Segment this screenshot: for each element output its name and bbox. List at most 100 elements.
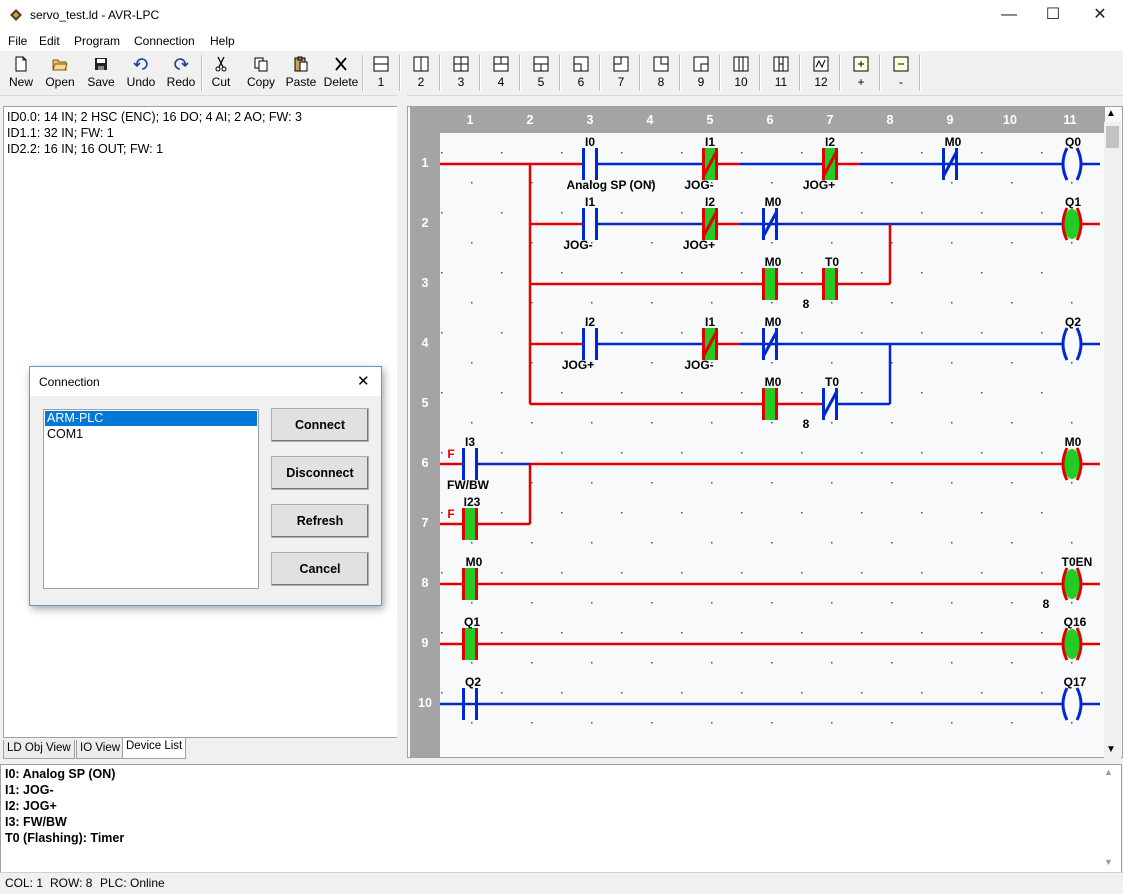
connection-dialog: Connection ✕ ARM-PLC COM1 Connect Discon…: [29, 366, 382, 606]
grid-label-12: 12: [814, 75, 828, 89]
menu-help[interactable]: Help: [210, 34, 235, 48]
grid-button-5[interactable]: 5: [525, 53, 557, 91]
connect-button[interactable]: Connect: [271, 408, 369, 442]
close-button[interactable]: ✕: [1077, 0, 1123, 31]
zoom-out-button[interactable]: -: [885, 53, 917, 91]
grid-corner-right-up-icon: [653, 56, 669, 72]
zoom-in-label: +: [857, 75, 865, 89]
new-file-icon: [15, 56, 27, 72]
grid-button-2[interactable]: 2: [405, 53, 437, 91]
delete-button[interactable]: Delete: [322, 53, 360, 91]
dialog-close-icon[interactable]: ✕: [357, 372, 370, 390]
row-number: 8: [421, 576, 429, 590]
symbol-entry-1: I1: JOG-: [5, 783, 54, 797]
open-folder-icon: [52, 59, 68, 71]
scroll-down-arrow-icon[interactable]: ▼: [1106, 744, 1116, 755]
tab-io-view[interactable]: IO View: [76, 740, 125, 759]
symbol-entry-3: I3: FW/BW: [5, 815, 67, 829]
redo-button[interactable]: Redo: [163, 53, 199, 91]
minimize-button[interactable]: —: [986, 0, 1032, 31]
tab-device-list[interactable]: Device List: [122, 738, 187, 759]
port-item-com1[interactable]: COM1: [45, 427, 257, 442]
grid-button-9[interactable]: 9: [685, 53, 717, 91]
grid-label-4: 4: [497, 75, 505, 89]
grid-label-3: 3: [457, 75, 465, 89]
grid-button-8[interactable]: 8: [645, 53, 677, 91]
port-listbox[interactable]: ARM-PLC COM1: [43, 409, 259, 589]
redo-label: Redo: [166, 75, 196, 89]
maximize-button[interactable]: ☐: [1030, 0, 1076, 31]
save-button[interactable]: Save: [83, 53, 119, 91]
refresh-button[interactable]: Refresh: [271, 504, 369, 538]
zoom-in-button[interactable]: +: [845, 53, 877, 91]
row-number: 7: [421, 516, 429, 530]
paste-button[interactable]: Paste: [283, 53, 319, 91]
copy-button[interactable]: Copy: [243, 53, 279, 91]
grid-button-4[interactable]: 4: [485, 53, 517, 91]
port-item-arm-plc[interactable]: ARM-PLC: [45, 411, 257, 426]
disconnect-button[interactable]: Disconnect: [271, 456, 369, 490]
menu-connection[interactable]: Connection: [134, 34, 195, 48]
menu-program[interactable]: Program: [74, 34, 120, 48]
minus-box-icon: [893, 56, 909, 72]
grid-label-7: 7: [617, 75, 625, 89]
grid-button-3[interactable]: 3: [445, 53, 477, 91]
menu-edit[interactable]: Edit: [39, 34, 60, 48]
grid-tee-up-icon: [493, 56, 509, 72]
status-bar: COL: 1 ROW: 8 PLC: Online: [0, 872, 1123, 894]
column-number: 1: [466, 113, 474, 127]
left-pane-tabs: LD Obj View IO View Device List: [0, 738, 400, 760]
grid-tee-down-icon: [533, 56, 549, 72]
copy-label: Copy: [246, 75, 275, 89]
row-header: 1 2 3 4 5 6 7 8 9 10: [410, 107, 440, 757]
ladder-vertical-scrollbar[interactable]: [1104, 122, 1121, 758]
grid-button-7[interactable]: 7: [605, 53, 637, 91]
column-number: 9: [946, 113, 954, 127]
grid-vbar-split-icon: [773, 56, 789, 72]
grid-button-1[interactable]: 1: [365, 53, 397, 91]
new-button[interactable]: New: [4, 53, 38, 91]
grid-hline-icon: [373, 56, 389, 72]
undo-button[interactable]: Undo: [123, 53, 159, 91]
row-number: 10: [418, 696, 432, 710]
row-number: 5: [421, 396, 429, 410]
tab-ld-obj-view[interactable]: LD Obj View: [3, 740, 75, 759]
symbol-entry-4: T0 (Flashing): Timer: [5, 831, 125, 845]
device-entry-0[interactable]: ID0.0: 14 IN; 2 HSC (ENC); 16 DO; 4 AI; …: [7, 110, 302, 124]
bottom-scroll-up-icon[interactable]: ▲: [1104, 767, 1113, 777]
grid-corner-down-icon: [573, 56, 589, 72]
column-number: 10: [1003, 113, 1017, 127]
row-number: 2: [421, 216, 429, 230]
grid-button-11[interactable]: 11: [765, 53, 797, 91]
scrollbar-thumb[interactable]: [1106, 126, 1119, 148]
grid-button-6[interactable]: 6: [565, 53, 597, 91]
pane-splitter[interactable]: [397, 95, 407, 760]
grid-label-11: 11: [774, 75, 788, 89]
menu-file[interactable]: File: [8, 34, 27, 48]
grid-label-9: 9: [697, 75, 705, 89]
bottom-scroll-down-icon[interactable]: ▼: [1104, 857, 1113, 867]
grid-button-12[interactable]: 12: [805, 53, 837, 91]
symbol-entry-0: I0: Analog SP (ON): [5, 767, 116, 781]
cut-button[interactable]: Cut: [204, 53, 238, 91]
waveform-icon: [813, 56, 829, 72]
symbol-entry-2: I2: JOG+: [5, 799, 57, 813]
open-button[interactable]: Open: [42, 53, 78, 91]
grid-button-10[interactable]: 10: [725, 53, 757, 91]
scissors-icon: [215, 56, 227, 72]
title-bar: servo_test.ld - AVR-LPC — ☐ ✕: [0, 0, 1123, 31]
column-number: 7: [826, 113, 834, 127]
grid-cross-icon: [453, 56, 469, 72]
scroll-up-arrow-icon[interactable]: ▲: [1106, 108, 1116, 119]
grid-vline-icon: [413, 56, 429, 72]
app-icon: [10, 9, 22, 21]
cut-label: Cut: [211, 75, 231, 89]
ladder-diagram-pane[interactable]: [407, 106, 1123, 758]
cancel-button[interactable]: Cancel: [271, 552, 369, 586]
column-number: 6: [766, 113, 774, 127]
device-entry-1[interactable]: ID1.1: 32 IN; FW: 1: [7, 126, 114, 140]
grid-corner-right-down-icon: [693, 56, 709, 72]
device-entry-2[interactable]: ID2.2: 16 IN; 16 OUT; FW: 1: [7, 142, 163, 156]
symbol-table-pane[interactable]: I0: Analog SP (ON) I1: JOG- I2: JOG+ I3:…: [0, 764, 1122, 873]
paste-label: Paste: [285, 75, 317, 89]
